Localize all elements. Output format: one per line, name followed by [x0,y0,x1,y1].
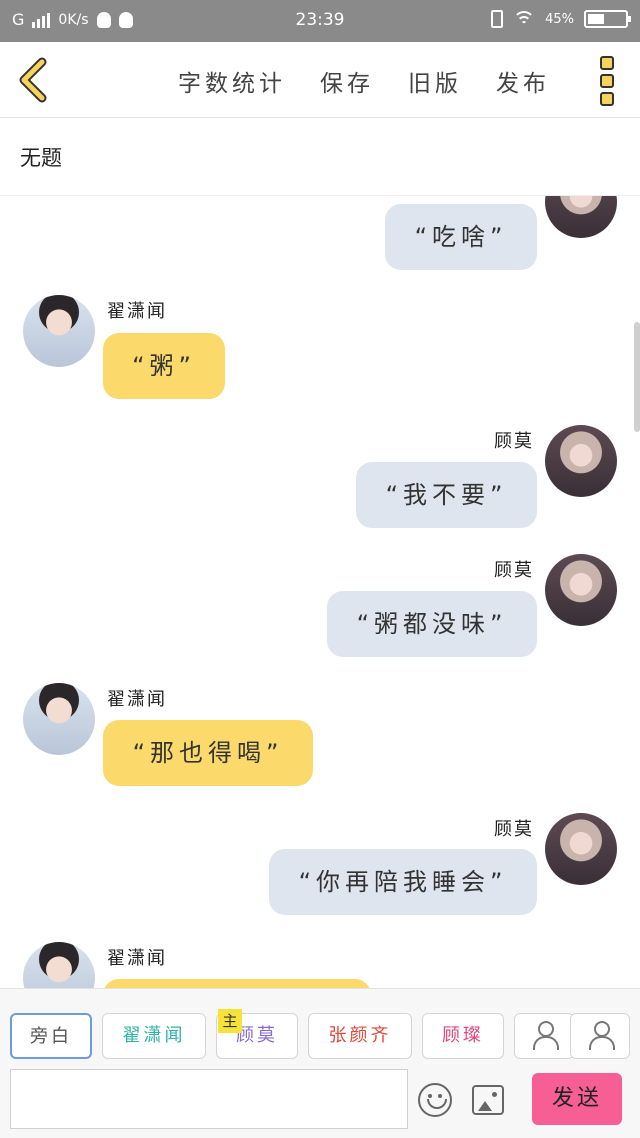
message-bubble[interactable]: “那也得喝” [103,720,313,786]
message-bubble[interactable]: “粥都没味” [327,591,537,657]
role-manage-button[interactable] [570,1013,630,1059]
status-bar: G 0K/s 23:39 45% [0,0,640,42]
story-title[interactable]: 无题 [20,142,62,172]
more-menu-button[interactable] [600,56,616,106]
role-narrator[interactable]: 旁白 [10,1013,92,1059]
chevron-left-icon [19,57,47,103]
role-label: 张颜齐 [328,1025,392,1046]
person-icon [588,1021,615,1050]
role-character[interactable]: 翟潇闻 [102,1013,206,1059]
message-bubble[interactable]: “我不要” [356,462,537,528]
avatar[interactable] [23,295,95,367]
vibrate-icon [491,10,504,28]
avatar[interactable] [545,813,617,885]
role-label: 顾莫 [236,1025,278,1046]
sender-name: 顾莫 [494,819,534,840]
avatar[interactable] [545,554,617,626]
battery-icon [584,10,631,28]
message-input[interactable] [10,1069,408,1129]
sender-name: 顾莫 [494,560,534,581]
old-version-button[interactable]: 旧版 [408,64,462,98]
save-button[interactable]: 保存 [320,64,374,98]
battery-percent: 45% [545,11,574,27]
send-button[interactable]: 发送 [532,1073,622,1125]
sender-name: 翟潇闻 [107,948,167,969]
role-character[interactable]: 顾璨 [422,1013,504,1059]
add-role-button[interactable] [514,1013,574,1059]
scrollbar[interactable] [634,322,640,432]
sender-name: 翟潇闻 [107,689,167,710]
menu-dot-icon [600,74,614,88]
message-bubble[interactable] [103,979,371,988]
role-label: 翟潇闻 [122,1025,186,1046]
top-nav: 字数统计 保存 旧版 发布 [0,42,640,118]
avatar[interactable] [545,425,617,497]
wifi-icon [513,11,536,27]
menu-dot-icon [600,92,614,106]
role-selector: 旁白 翟潇闻 顾莫 主 张颜齐 顾璨 [10,1009,640,1059]
title-row[interactable]: 无题 [0,118,640,196]
composer-bar: 旁白 翟潇闻 顾莫 主 张颜齐 顾璨 发送 [0,988,640,1138]
role-label: 顾璨 [442,1025,484,1046]
message-bubble[interactable]: “粥” [103,333,225,399]
avatar[interactable] [23,942,95,988]
message-bubble[interactable]: “你再陪我睡会” [269,849,537,915]
person-add-icon [532,1021,559,1050]
sender-name: 翟潇闻 [107,301,167,322]
back-button[interactable] [14,56,54,104]
avatar[interactable] [23,683,95,755]
menu-dot-icon [600,56,614,70]
message-bubble[interactable]: “吃啥” [385,204,537,270]
publish-button[interactable]: 发布 [496,64,550,98]
word-count-button[interactable]: 字数统计 [178,64,286,98]
emoji-icon[interactable] [418,1083,452,1117]
image-icon[interactable] [472,1085,504,1115]
chat-area[interactable]: “吃啥” 翟潇闻 “粥” 顾莫 “我不要” 顾莫 “粥都没味” 翟潇闻 “那也得… [0,196,640,988]
sender-name: 顾莫 [494,431,534,452]
avatar[interactable] [545,196,617,238]
host-tag: 主 [218,1009,242,1033]
role-label: 旁白 [30,1026,72,1047]
role-character[interactable]: 张颜齐 [308,1013,412,1059]
